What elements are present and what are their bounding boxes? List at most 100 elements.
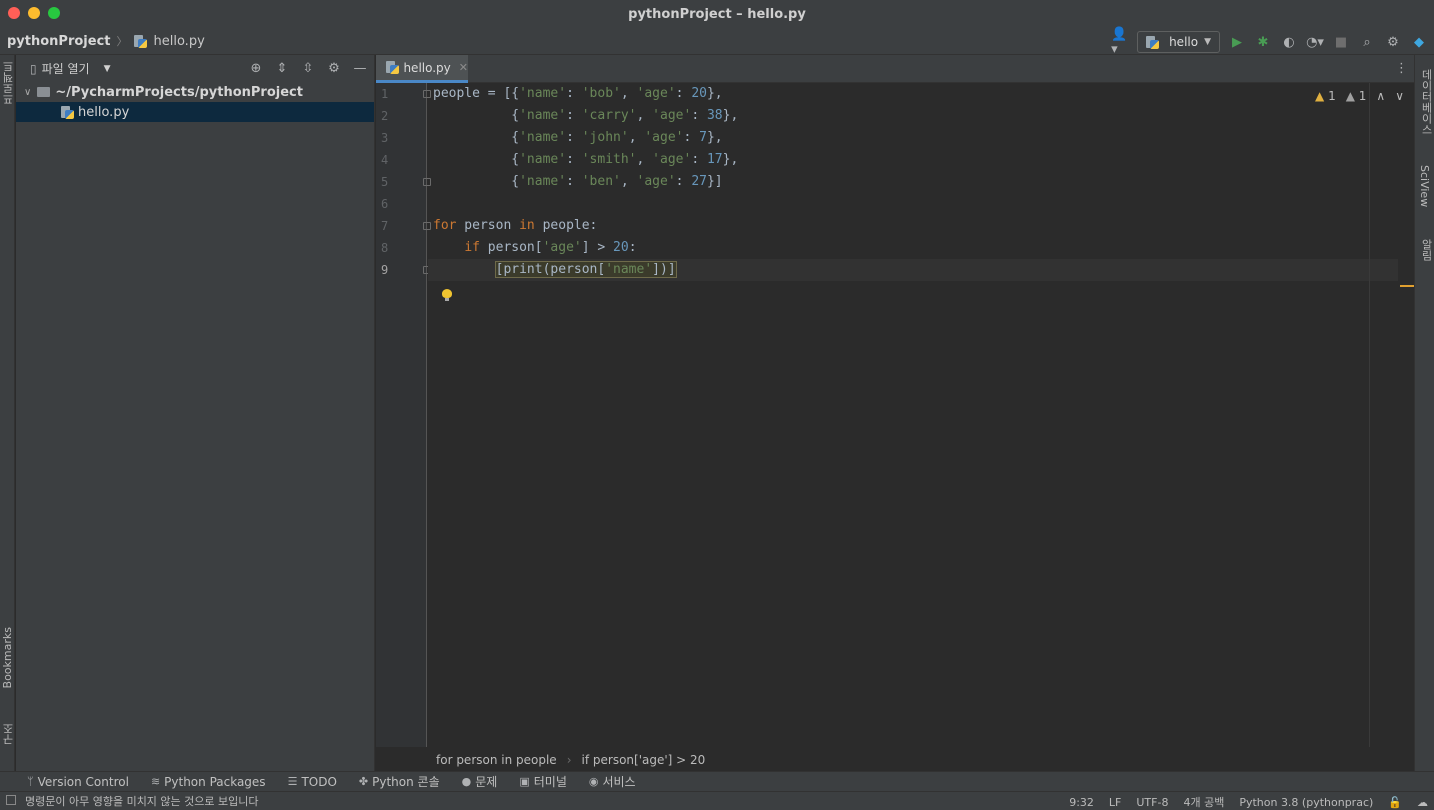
services-icon: ◉ — [588, 775, 599, 788]
user-icon[interactable]: 👤▾ — [1111, 27, 1129, 57]
editor-tab-bar: hello.py ✕ ⋮ — [376, 55, 1414, 83]
gear-icon[interactable]: ⚙ — [326, 60, 342, 76]
breadcrumb-file-label: hello.py — [153, 33, 205, 49]
code-with-me-icon[interactable]: ◆ — [1410, 33, 1428, 51]
minimize-window-button[interactable] — [28, 7, 40, 19]
notifications-tool-button[interactable]: 알림 — [1418, 239, 1434, 261]
project-view-select[interactable]: 파일 열기 — [42, 60, 90, 77]
layers-icon: ≋ — [150, 775, 161, 788]
bookmarks-tool-button[interactable]: Bookmarks — [1, 627, 14, 688]
version-control-button[interactable]: ᛘ Version Control — [27, 775, 129, 789]
debug-icon[interactable]: ✱ — [1254, 33, 1272, 51]
status-toggle-icon[interactable] — [6, 795, 16, 805]
gear-icon[interactable]: ⚙ — [1384, 33, 1402, 51]
list-icon: ☰ — [287, 775, 298, 788]
right-tool-strip: 데이터베이스 SciView 알림 — [1414, 55, 1434, 771]
services-label: 서비스 — [602, 775, 636, 789]
problems-icon: ● — [461, 775, 472, 788]
tool-windows-bar: ᛘ Version Control ≋ Python Packages ☰ TODO … — [0, 771, 1434, 791]
code-line-8: if person['age'] > 20: — [464, 240, 637, 255]
project-tool-button[interactable]: 프로젝트 — [1, 61, 17, 105]
project-root-row[interactable]: ∨ ~/PycharmProjects/pythonProject — [16, 82, 374, 102]
stop-icon[interactable]: ■ — [1332, 33, 1350, 51]
code-line-2: {'name': 'carry', 'age': 38}, — [433, 108, 739, 123]
breadcrumb-if-statement[interactable]: if person['age'] > 20 — [582, 753, 706, 767]
structure-tool-button[interactable]: 구조 — [1, 723, 17, 745]
python-packages-button[interactable]: ≋ Python Packages — [151, 775, 266, 789]
status-message[interactable]: 명령문이 아무 영향을 미치지 않는 것으로 보입니다 — [25, 793, 259, 809]
status-bar: 명령문이 아무 영향을 미치지 않는 것으로 보입니다 9:32 LF UTF-… — [0, 791, 1434, 810]
line-separator[interactable]: LF — [1109, 796, 1121, 809]
chevron-down-icon[interactable]: ∨ — [1395, 89, 1404, 103]
window-controls — [8, 7, 60, 19]
ide-status-icon[interactable]: ☁ — [1417, 796, 1428, 809]
problems-button[interactable]: ● 문제 — [462, 773, 498, 790]
coverage-icon[interactable]: ◐ — [1280, 33, 1298, 51]
line-number: 2 — [381, 109, 389, 123]
close-window-button[interactable] — [8, 7, 20, 19]
chevron-down-icon[interactable]: ▼ — [104, 64, 111, 74]
tree-file-row[interactable]: hello.py — [16, 102, 374, 122]
breadcrumb-for-loop[interactable]: for person in people — [436, 753, 557, 767]
expand-all-icon[interactable]: ⇕ — [274, 60, 290, 76]
chevron-up-icon[interactable]: ∧ — [1376, 89, 1385, 103]
python-console-label: Python 콘솔 — [372, 775, 440, 789]
chevron-down-icon: ▼ — [1204, 37, 1211, 47]
profile-icon[interactable]: ◔▾ — [1306, 33, 1324, 51]
code-breadcrumb: for person in people › if person['age'] … — [428, 748, 1414, 771]
editor-area: hello.py ✕ ⋮ 1 2 3 4 5 6 7 8 9 people = … — [376, 55, 1414, 771]
terminal-button[interactable]: ▣ 터미널 — [519, 773, 567, 790]
python-interpreter[interactable]: Python 3.8 (pythonprac) — [1239, 796, 1373, 809]
code-line-7: for person in people: — [433, 218, 598, 233]
run-icon[interactable]: ▶ — [1228, 33, 1246, 51]
run-configuration-select[interactable]: hello ▼ — [1137, 31, 1220, 53]
code-line-4: {'name': 'smith', 'age': 17}, — [433, 152, 739, 167]
lock-icon[interactable]: 🔓 — [1388, 796, 1402, 809]
inspection-widget[interactable]: ▲ 1 ▲ 1 ∧ ∨ — [1315, 89, 1404, 103]
code-line-3: {'name': 'john', 'age': 7}, — [433, 130, 723, 145]
close-icon[interactable]: ✕ — [459, 61, 468, 74]
code-editor[interactable]: people = [{'name': 'bob', 'age': 20}, {'… — [428, 83, 1414, 747]
typo-warning-count[interactable]: ▲ 1 — [1346, 89, 1367, 103]
indent-setting[interactable]: 4개 공백 — [1183, 794, 1224, 810]
line-number: 8 — [381, 241, 389, 255]
sciview-tool-button[interactable]: SciView — [1418, 165, 1431, 207]
breadcrumb-project[interactable]: pythonProject — [7, 34, 111, 49]
todo-button[interactable]: ☰ TODO — [288, 775, 337, 789]
services-button[interactable]: ◉ 서비스 — [589, 773, 636, 790]
locate-icon[interactable]: ⊕ — [248, 60, 264, 76]
hide-icon[interactable]: — — [352, 60, 368, 76]
error-stripe-mark[interactable] — [1400, 285, 1414, 287]
python-packages-label: Python Packages — [164, 774, 266, 789]
python-console-button[interactable]: ✤ Python 콘솔 — [359, 773, 440, 790]
window-title: pythonProject – hello.py — [628, 6, 806, 22]
search-icon[interactable]: ⌕ — [1358, 33, 1376, 51]
typo-warning-label: 1 — [1358, 89, 1367, 103]
status-widgets: 9:32 LF UTF-8 4개 공백 Python 3.8 (pythonpr… — [1069, 794, 1428, 810]
database-tool-button[interactable]: 데이터베이스 — [1418, 69, 1434, 135]
file-encoding[interactable]: UTF-8 — [1136, 796, 1168, 809]
warning-icon: ▲ — [1345, 89, 1355, 103]
line-number-current: 9 — [381, 263, 389, 277]
navbar-toolbar: 👤▾ hello ▼ ▶ ✱ ◐ ◔▾ ■ ⌕ ⚙ ◆ — [1111, 27, 1428, 57]
caret-position[interactable]: 9:32 — [1069, 796, 1094, 809]
maximize-window-button[interactable] — [48, 7, 60, 19]
terminal-icon: ▣ — [519, 775, 530, 788]
collapse-all-icon[interactable]: ⇳ — [300, 60, 316, 76]
version-control-label: Version Control — [37, 774, 129, 789]
navigation-bar: pythonProject 〉 hello.py 👤▾ hello ▼ ▶ ✱ … — [0, 27, 1434, 57]
chevron-down-icon[interactable]: ∨ — [24, 87, 31, 98]
folder-icon — [37, 87, 51, 97]
tab-hello-py[interactable]: hello.py ✕ — [376, 55, 468, 83]
line-number: 5 — [381, 175, 389, 189]
python-config-icon — [1146, 35, 1160, 49]
breadcrumb-file[interactable]: hello.py — [133, 33, 205, 49]
project-root-label: ~/PycharmProjects/pythonProject — [55, 84, 303, 100]
terminal-label: 터미널 — [533, 775, 567, 789]
python-file-icon — [133, 34, 147, 48]
weak-warning-count[interactable]: ▲ 1 — [1315, 89, 1336, 103]
project-panel-header: ▯ 파일 열기 ▼ ⊕ ⇕ ⇳ ⚙ — — [16, 55, 374, 82]
branch-icon: ᛘ — [27, 775, 34, 788]
warning-icon: ▲ — [1315, 89, 1325, 103]
more-vertical-icon[interactable]: ⋮ — [1395, 61, 1408, 76]
